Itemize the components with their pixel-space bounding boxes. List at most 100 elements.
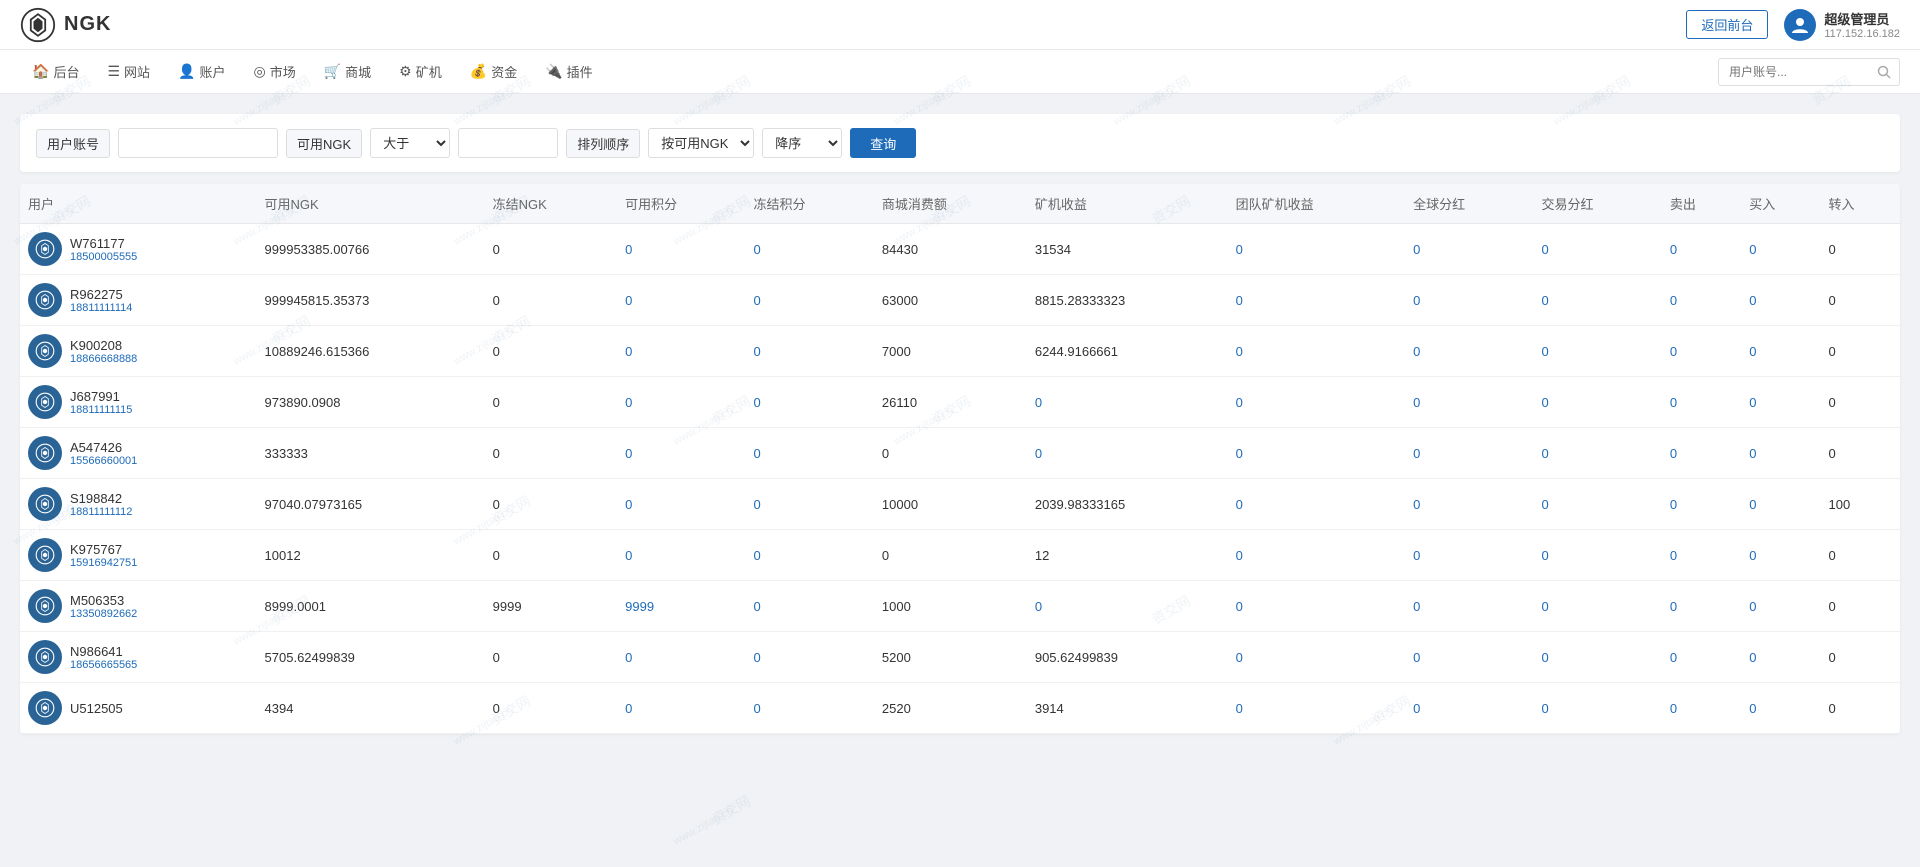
navbar-search-input[interactable] — [1719, 59, 1869, 85]
cell-team_mining_income: 0 — [1228, 428, 1405, 479]
btn-back[interactable]: 返回前台 — [1686, 10, 1768, 39]
menu-icon: ☰ — [107, 63, 120, 80]
cell-buy: 0 — [1741, 632, 1820, 683]
cell-global_dividend: 0 — [1405, 224, 1533, 275]
main-content: 用户账号 可用NGK 大于 小于 等于 排列顺序 按可用NGK 按冻结NGK 按… — [0, 94, 1920, 754]
funds-icon: 💰 — [470, 63, 487, 80]
shop-icon: 🛒 — [324, 63, 341, 80]
btn-query[interactable]: 查询 — [850, 128, 916, 158]
filter-sort-label: 排列顺序 — [566, 129, 640, 158]
filter-user-label: 用户账号 — [36, 129, 110, 158]
cell-buy: 0 — [1741, 275, 1820, 326]
cell-global_dividend: 0 — [1405, 581, 1533, 632]
table-row[interactable]: J68799118811111115973890.090800026110000… — [20, 377, 1900, 428]
cell-available_ngk: 999953385.00766 — [257, 224, 485, 275]
cell-global_dividend: 0 — [1405, 479, 1533, 530]
cell-shop_consumption: 5200 — [874, 632, 1027, 683]
cell-trade_dividend: 0 — [1534, 479, 1662, 530]
cell-team_mining_income: 0 — [1228, 581, 1405, 632]
user-cell-7: M50635313350892662 — [20, 581, 257, 632]
cell-transfer: 0 — [1821, 326, 1900, 377]
nav-item-mining[interactable]: ⚙ 矿机 — [387, 50, 454, 94]
user-phone: 18500005555 — [70, 251, 137, 263]
table-row[interactable]: K9757671591694275110012000012000000 — [20, 530, 1900, 581]
col-global-dividend: 全球分红 — [1405, 184, 1533, 224]
cell-available_points: 0 — [617, 530, 745, 581]
cell-global_dividend: 0 — [1405, 326, 1533, 377]
cell-sell: 0 — [1662, 479, 1741, 530]
filter-user-input[interactable] — [118, 128, 278, 158]
nav-item-shop[interactable]: 🛒 商城 — [312, 50, 383, 94]
navbar-search — [1718, 58, 1900, 86]
cell-available_ngk: 10012 — [257, 530, 485, 581]
admin-avatar-icon — [1790, 15, 1810, 35]
col-available-points: 可用积分 — [617, 184, 745, 224]
nav-item-market[interactable]: ◎ 市场 — [241, 50, 307, 94]
plugins-icon: 🔌 — [545, 63, 562, 80]
table-row[interactable]: N986641186566655655705.62499839000520090… — [20, 632, 1900, 683]
table-row[interactable]: S1988421881111111297040.0797316500010000… — [20, 479, 1900, 530]
cell-buy: 0 — [1741, 581, 1820, 632]
nav-item-website[interactable]: ☰ 网站 — [95, 50, 162, 94]
filter-ngk-value-input[interactable] — [458, 128, 558, 158]
cell-frozen_ngk: 0 — [485, 683, 617, 734]
nav-item-plugins[interactable]: 🔌 插件 — [533, 50, 604, 94]
table-row[interactable]: K9002081886666888810889246.6153660007000… — [20, 326, 1900, 377]
cell-buy: 0 — [1741, 683, 1820, 734]
cell-global_dividend: 0 — [1405, 428, 1533, 479]
user-avatar — [28, 283, 62, 317]
cell-sell: 0 — [1662, 581, 1741, 632]
nav-item-account[interactable]: 👤 账户 — [166, 50, 237, 94]
cell-frozen_ngk: 0 — [485, 530, 617, 581]
filter-comparison-select[interactable]: 大于 小于 等于 — [370, 128, 450, 158]
table-row[interactable]: U512505439400025203914000000 — [20, 683, 1900, 734]
user-cell-5: S19884218811111112 — [20, 479, 257, 530]
nav-label-shop: 商城 — [345, 62, 371, 81]
cell-team_mining_income: 0 — [1228, 683, 1405, 734]
cell-team_mining_income: 0 — [1228, 479, 1405, 530]
cell-frozen_points: 0 — [746, 581, 874, 632]
table-row[interactable]: A5474261556666000133333300000000000 — [20, 428, 1900, 479]
user-phone: 18656665565 — [70, 659, 137, 671]
filter-sort-select[interactable]: 按可用NGK 按冻结NGK 按积分 — [648, 128, 754, 158]
cell-shop_consumption: 0 — [874, 428, 1027, 479]
user-name: K900208 — [70, 338, 137, 353]
cell-mining_income: 0 — [1027, 581, 1228, 632]
table-row[interactable]: W76117718500005555999953385.007660008443… — [20, 224, 1900, 275]
cell-trade_dividend: 0 — [1534, 530, 1662, 581]
cell-frozen_points: 0 — [746, 224, 874, 275]
cell-trade_dividend: 0 — [1534, 581, 1662, 632]
cell-shop_consumption: 2520 — [874, 683, 1027, 734]
nav-item-funds[interactable]: 💰 资金 — [458, 50, 529, 94]
user-cell-9: U512505 — [20, 683, 257, 734]
cell-trade_dividend: 0 — [1534, 632, 1662, 683]
table-row[interactable]: M506353133508926628999.00019999999901000… — [20, 581, 1900, 632]
user-name: S198842 — [70, 491, 132, 506]
cell-frozen_points: 0 — [746, 632, 874, 683]
user-name: K975767 — [70, 542, 137, 557]
user-cell-2: K90020818866668888 — [20, 326, 257, 377]
cell-trade_dividend: 0 — [1534, 683, 1662, 734]
cell-global_dividend: 0 — [1405, 530, 1533, 581]
user-avatar — [28, 334, 62, 368]
cell-available_points: 9999 — [617, 581, 745, 632]
search-icon — [1877, 65, 1891, 79]
user-cell-8: N98664118656665565 — [20, 632, 257, 683]
col-frozen-points: 冻结积分 — [746, 184, 874, 224]
cell-shop_consumption: 26110 — [874, 377, 1027, 428]
cell-team_mining_income: 0 — [1228, 326, 1405, 377]
nav-item-backend[interactable]: 🏠 后台 — [20, 50, 91, 94]
cell-available_points: 0 — [617, 632, 745, 683]
logo: NGK — [20, 7, 111, 43]
col-mining-income: 矿机收益 — [1027, 184, 1228, 224]
table-row[interactable]: R96227518811111114999945815.353730006300… — [20, 275, 1900, 326]
navbar-search-button[interactable] — [1869, 59, 1899, 85]
admin-avatar — [1784, 9, 1816, 41]
cell-mining_income: 2039.98333165 — [1027, 479, 1228, 530]
filter-order-select[interactable]: 降序 升序 — [762, 128, 842, 158]
cell-available_ngk: 333333 — [257, 428, 485, 479]
col-sell: 卖出 — [1662, 184, 1741, 224]
user-name: N986641 — [70, 644, 137, 659]
cell-frozen_points: 0 — [746, 326, 874, 377]
cell-mining_income: 3914 — [1027, 683, 1228, 734]
